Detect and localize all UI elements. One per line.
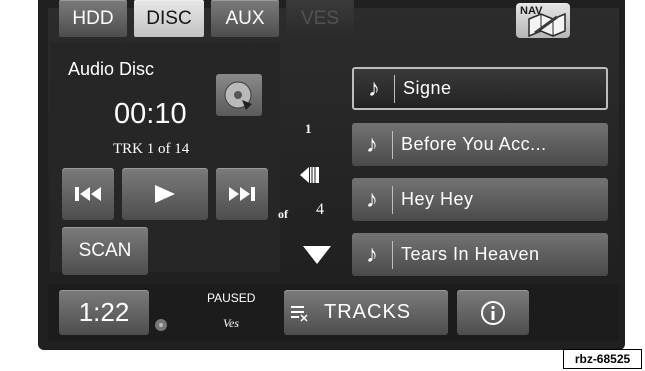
track-item-1[interactable]: ♪ Signe <box>352 67 608 110</box>
tab-hdd[interactable]: HDD <box>59 0 127 37</box>
disc-eject-button[interactable] <box>216 74 262 116</box>
track-name: Hey Hey <box>401 189 474 209</box>
divider <box>392 130 393 159</box>
current-track-number: 1 <box>305 121 312 136</box>
divider <box>392 185 393 214</box>
tracks-button[interactable]: TRACKS <box>284 290 448 335</box>
status-indicator-icon <box>155 319 167 331</box>
track-position: TRK 1 of 14 <box>113 141 190 157</box>
next-track-button[interactable] <box>216 168 268 220</box>
tab-ves[interactable]: VES <box>286 0 354 37</box>
map-icon <box>528 12 566 37</box>
play-icon <box>155 185 175 203</box>
tracks-label: TRACKS <box>324 301 412 323</box>
total-pages: 4 <box>316 201 324 218</box>
of-label: of <box>278 207 288 221</box>
play-button[interactable] <box>122 168 208 220</box>
skip-back-icon <box>75 187 101 201</box>
track-item-2[interactable]: ♪ Before You Acc... <box>352 123 608 166</box>
music-note-icon: ♪ <box>366 185 378 213</box>
nav-button[interactable]: NAV <box>516 3 570 38</box>
play-status: PAUSED <box>207 291 256 305</box>
info-icon <box>481 300 505 325</box>
disc-icon <box>224 81 252 110</box>
figure-reference-code: rbz-68525 <box>563 349 642 369</box>
elapsed-time: 00:10 <box>114 98 187 130</box>
ves-status: Ves <box>223 316 239 330</box>
previous-track-button[interactable] <box>62 168 114 220</box>
skip-forward-icon <box>229 187 255 201</box>
music-note-icon: ♪ <box>366 240 378 268</box>
divider <box>392 240 393 269</box>
info-button[interactable] <box>457 290 529 335</box>
scroll-down-arrow-icon[interactable] <box>302 244 332 266</box>
divider <box>394 74 395 103</box>
track-item-4[interactable]: ♪ Tears In Heaven <box>352 233 608 276</box>
list-position-icon <box>300 167 319 183</box>
tab-disc[interactable]: DISC <box>134 0 204 37</box>
music-note-icon: ♪ <box>368 74 380 102</box>
clock-button[interactable]: 1:22 <box>59 290 149 335</box>
track-name: Signe <box>403 78 452 98</box>
scan-button[interactable]: SCAN <box>62 227 148 275</box>
music-note-icon: ♪ <box>366 130 378 158</box>
track-item-3[interactable]: ♪ Hey Hey <box>352 178 608 221</box>
tab-aux[interactable]: AUX <box>211 0 279 37</box>
track-name: Before You Acc... <box>401 134 547 154</box>
source-label: Audio Disc <box>68 59 155 79</box>
track-list-icon <box>291 305 308 322</box>
track-name: Tears In Heaven <box>401 244 540 264</box>
